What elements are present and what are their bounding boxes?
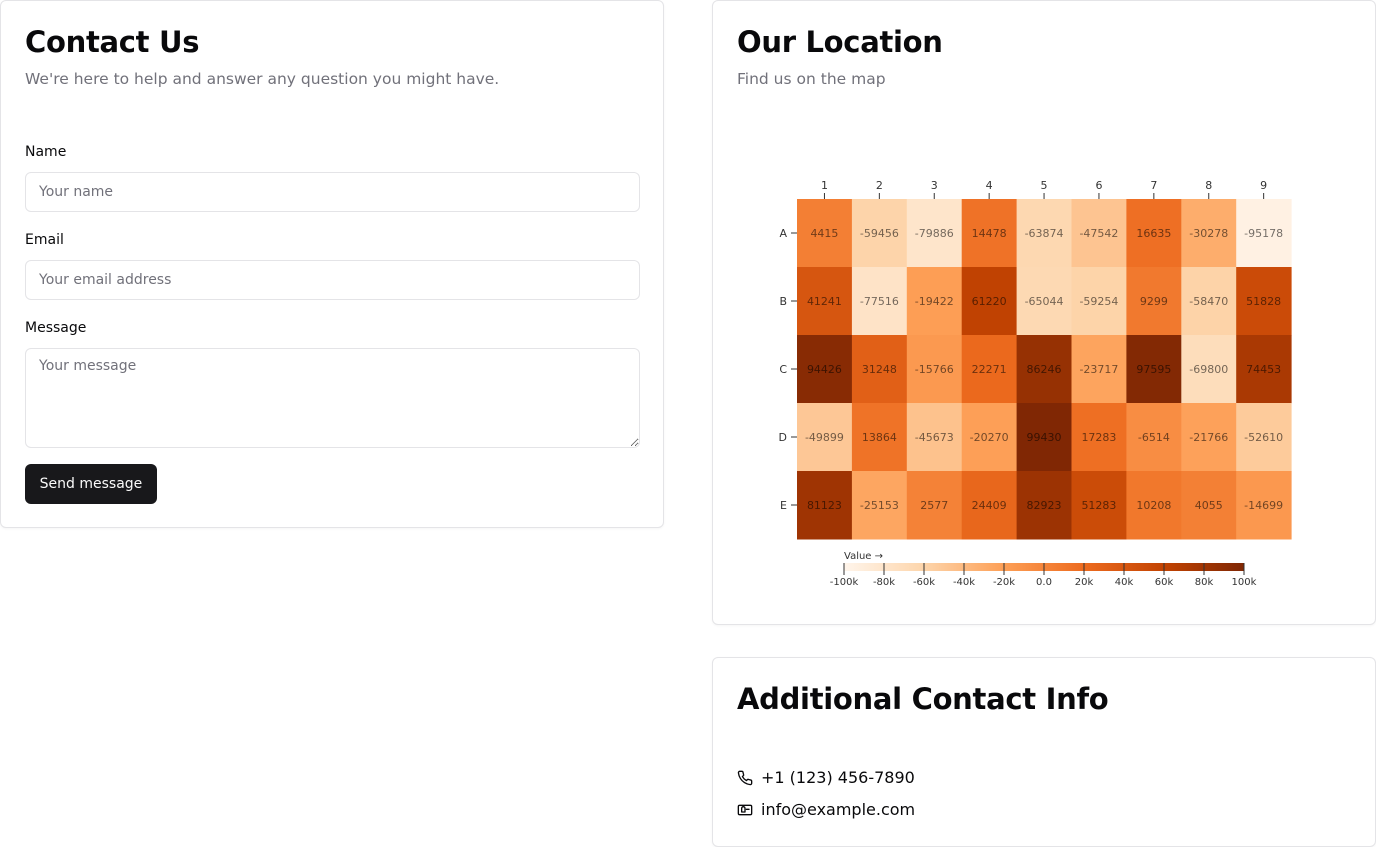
col-label: 1 bbox=[821, 179, 828, 192]
cell-value: 61220 bbox=[972, 295, 1007, 308]
cell-value: 22271 bbox=[972, 363, 1007, 376]
row-label: B bbox=[779, 295, 787, 308]
cell-value: 10208 bbox=[1136, 499, 1171, 512]
cell-value: -30278 bbox=[1189, 227, 1228, 240]
contact-title: Contact Us bbox=[25, 25, 200, 59]
cell-value: -23717 bbox=[1079, 363, 1118, 376]
cell-value: 51828 bbox=[1246, 295, 1281, 308]
cell-value: -14699 bbox=[1244, 499, 1283, 512]
cell-value: 4055 bbox=[1195, 499, 1223, 512]
row-label: D bbox=[779, 431, 787, 444]
cell-value: 82923 bbox=[1027, 499, 1062, 512]
cell-value: 17283 bbox=[1081, 431, 1116, 444]
cell-value: 2577 bbox=[920, 499, 948, 512]
legend-tick-label: 20k bbox=[1075, 577, 1094, 588]
cell-value: -69800 bbox=[1189, 363, 1228, 376]
heatmap-chart: 1 2 3 4 5 6 7 8 9 A B C D E 4415 -59456 -79886 14478 -6387… bbox=[779, 179, 1292, 588]
cell-value: -47542 bbox=[1079, 227, 1118, 240]
cell-value: -49899 bbox=[805, 431, 844, 444]
cell-value: -19422 bbox=[915, 295, 954, 308]
cell-value: 51283 bbox=[1081, 499, 1116, 512]
cell-value: 74453 bbox=[1246, 363, 1281, 376]
cell-value: 41241 bbox=[807, 295, 842, 308]
cell-value: -6514 bbox=[1138, 431, 1170, 444]
cell-value: -59456 bbox=[860, 227, 899, 240]
cell-value: -95178 bbox=[1244, 227, 1283, 240]
contact-subtitle: We're here to help and answer any questi… bbox=[25, 70, 500, 88]
col-label: 7 bbox=[1150, 179, 1157, 192]
cell-value: 14478 bbox=[972, 227, 1007, 240]
cell-value: -63874 bbox=[1025, 227, 1064, 240]
cell-value: -20270 bbox=[970, 431, 1009, 444]
col-label: 2 bbox=[876, 179, 883, 192]
location-card: Our Location Find us on the map 12345678… bbox=[712, 0, 1376, 625]
cell-value: 97595 bbox=[1136, 363, 1171, 376]
col-label: 3 bbox=[931, 179, 938, 192]
col-label: 8 bbox=[1205, 179, 1212, 192]
col-label: 5 bbox=[1041, 179, 1048, 192]
cell-value: 16635 bbox=[1136, 227, 1171, 240]
cell-value: -15766 bbox=[915, 363, 954, 376]
message-label: Message bbox=[25, 320, 87, 336]
cell-value: 24409 bbox=[972, 499, 1007, 512]
col-label: 4 bbox=[986, 179, 993, 192]
legend-tick-label: 100k bbox=[1232, 577, 1257, 588]
cell-value: 9299 bbox=[1140, 295, 1168, 308]
row-label: E bbox=[780, 499, 787, 512]
cell-value: 94426 bbox=[807, 363, 842, 376]
cell-value: -58470 bbox=[1189, 295, 1228, 308]
cell-value: -45673 bbox=[915, 431, 954, 444]
cell-value: -21766 bbox=[1189, 431, 1228, 444]
legend-tick-label: 0.0 bbox=[1036, 577, 1052, 588]
mail-icon bbox=[737, 802, 753, 818]
legend-tick-label: 60k bbox=[1155, 577, 1174, 588]
email-address: info@example.com bbox=[761, 800, 916, 819]
email-row[interactable]: info@example.com bbox=[737, 800, 915, 819]
legend-title: Value → bbox=[844, 551, 883, 562]
row-label: C bbox=[779, 363, 787, 376]
legend-tick-label: -60k bbox=[913, 577, 935, 588]
phone-number: +1 (123) 456-7890 bbox=[761, 768, 915, 787]
cell-value: -25153 bbox=[860, 499, 899, 512]
cell-value: -59254 bbox=[1079, 295, 1118, 308]
cell-value: -52610 bbox=[1244, 431, 1283, 444]
phone-icon bbox=[737, 770, 753, 786]
cell-value: 4415 bbox=[810, 227, 838, 240]
email-input[interactable] bbox=[25, 260, 640, 300]
legend-tick-label: -80k bbox=[873, 577, 895, 588]
additional-title: Additional Contact Info bbox=[737, 682, 1109, 716]
legend-tick-label: 40k bbox=[1115, 577, 1134, 588]
cell-value: 31248 bbox=[862, 363, 897, 376]
cell-value: 13864 bbox=[862, 431, 897, 444]
legend-tick-label: -100k bbox=[830, 577, 859, 588]
contact-card: Contact Us We're here to help and answer… bbox=[0, 0, 664, 528]
additional-info-card: Additional Contact Info +1 (123) 456-789… bbox=[712, 657, 1376, 847]
legend-tick-label: 80k bbox=[1195, 577, 1214, 588]
cell-value: -79886 bbox=[915, 227, 954, 240]
row-label: A bbox=[779, 227, 787, 240]
cell-value: -77516 bbox=[860, 295, 899, 308]
legend-tick-label: -20k bbox=[993, 577, 1015, 588]
send-message-button[interactable]: Send message bbox=[25, 464, 157, 504]
phone-row[interactable]: +1 (123) 456-7890 bbox=[737, 768, 915, 787]
message-textarea[interactable] bbox=[25, 348, 640, 448]
name-label: Name bbox=[25, 144, 67, 160]
name-input[interactable] bbox=[25, 172, 640, 212]
col-label: 9 bbox=[1260, 179, 1267, 192]
cell-value: 86246 bbox=[1027, 363, 1062, 376]
col-label: 6 bbox=[1095, 179, 1102, 192]
legend-tick-label: -40k bbox=[953, 577, 975, 588]
cell-value: 99430 bbox=[1027, 431, 1062, 444]
cell-value: -65044 bbox=[1025, 295, 1064, 308]
cell-value: 81123 bbox=[807, 499, 842, 512]
email-label: Email bbox=[25, 232, 64, 248]
